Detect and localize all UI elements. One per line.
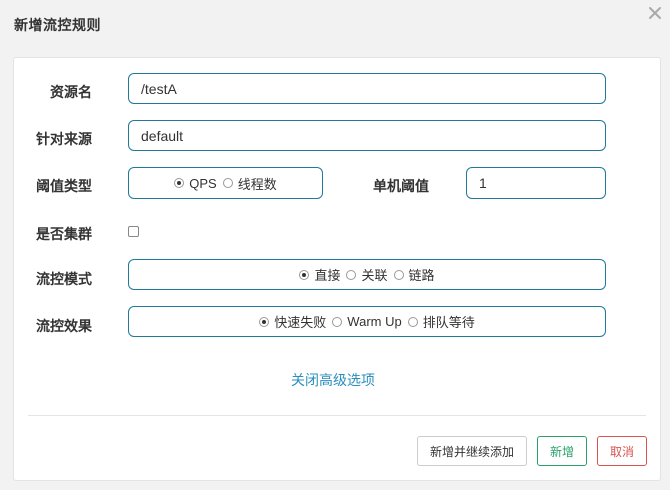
flow-effect-label: 流控效果	[36, 318, 92, 334]
radio-unchecked-icon	[346, 269, 357, 280]
radio-unchecked-icon	[393, 269, 404, 280]
threshold-type-threads-label: 线程数	[237, 176, 277, 192]
dialog-title: 新增流控规则	[14, 17, 101, 33]
radio-checked-icon	[299, 269, 310, 280]
resource-name-input[interactable]	[128, 73, 606, 104]
flow-mode-direct[interactable]: 直接	[299, 265, 340, 284]
close-icon	[649, 7, 661, 19]
limit-app-label: 针对来源	[36, 131, 92, 147]
cluster-checkbox[interactable]	[128, 226, 139, 237]
flow-effect-fast-fail-label: 快速失败	[274, 315, 327, 330]
resource-name-label: 资源名	[50, 84, 92, 100]
flow-mode-relate[interactable]: 关联	[346, 265, 388, 284]
radio-unchecked-icon	[407, 316, 418, 327]
form-card: 资源名 针对来源 阈值类型 QPS 线程数 单机阈值 是否集群 流控模式	[13, 57, 661, 481]
threshold-type-qps-label: QPS	[189, 175, 217, 191]
threshold-type-label: 阈值类型	[36, 178, 92, 194]
add-flow-rule-dialog: 新增流控规则 资源名 针对来源 阈值类型 QPS 线程数 单机阈值	[0, 0, 670, 490]
flow-effect-warm-up[interactable]: Warm Up	[332, 314, 402, 329]
flow-effect-queue-label: 排队等待	[422, 315, 475, 330]
advanced-options-toggle[interactable]: 关闭高级选项	[291, 370, 375, 390]
threshold-type-qps[interactable]: QPS	[174, 175, 217, 191]
flow-effect-fast-fail[interactable]: 快速失败	[259, 312, 326, 331]
flow-effect-queue[interactable]: 排队等待	[407, 312, 475, 331]
threshold-type-group: QPS 线程数	[128, 167, 323, 199]
radio-unchecked-icon	[332, 316, 343, 327]
dialog-header: 新增流控规则	[0, 0, 670, 48]
footer-divider	[28, 415, 646, 416]
add-button[interactable]: 新增	[537, 436, 587, 466]
radio-unchecked-icon	[222, 178, 233, 188]
radio-checked-icon	[259, 316, 270, 327]
flow-mode-relate-label: 关联	[361, 268, 388, 283]
cancel-button[interactable]: 取消	[597, 436, 647, 466]
add-and-continue-button[interactable]: 新增并继续添加	[417, 436, 527, 466]
flow-mode-chain[interactable]: 链路	[393, 265, 435, 284]
cluster-label: 是否集群	[36, 226, 92, 242]
flow-effect-warm-up-label: Warm Up	[347, 314, 402, 329]
threshold-type-threads[interactable]: 线程数	[222, 174, 277, 193]
flow-mode-group: 直接 关联 链路	[128, 259, 606, 290]
flow-mode-direct-label: 直接	[314, 268, 341, 283]
flow-effect-group: 快速失败 Warm Up 排队等待	[128, 306, 606, 337]
radio-checked-icon	[174, 178, 185, 188]
close-button[interactable]	[646, 4, 664, 22]
limit-app-input[interactable]	[128, 120, 606, 151]
single-threshold-input[interactable]	[466, 167, 606, 199]
flow-mode-chain-label: 链路	[408, 268, 435, 283]
single-threshold-label: 单机阈值	[373, 178, 429, 194]
flow-mode-label: 流控模式	[36, 271, 92, 287]
